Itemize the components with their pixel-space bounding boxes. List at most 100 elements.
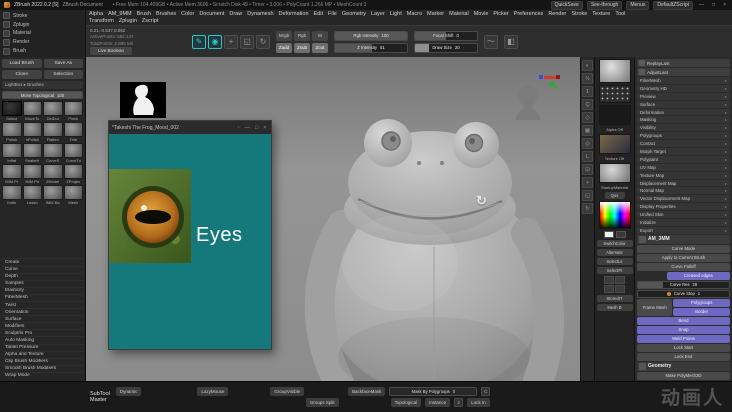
- color-picker[interactable]: [598, 201, 631, 229]
- brush-item[interactable]: MoveTo: [22, 101, 42, 121]
- reference-window-control-icon[interactable]: —: [243, 125, 252, 131]
- bend-button[interactable]: Bend: [637, 316, 730, 325]
- lsym-icon[interactable]: L: [582, 151, 593, 162]
- titlebar-button[interactable]: See-through: [586, 0, 623, 10]
- menu-item[interactable]: Edit: [314, 11, 323, 18]
- tool-subpalette-row[interactable]: UV Map ▸: [637, 163, 730, 171]
- geometry-header[interactable]: Geometry: [637, 361, 730, 371]
- current-material-thumbnail[interactable]: [598, 163, 631, 183]
- tool-subpalette-row[interactable]: Texture Map ▸: [637, 171, 730, 179]
- sculpt-mode-button[interactable]: Zcut: [312, 42, 328, 53]
- brush-item[interactable]: Inflat: [2, 143, 22, 163]
- lock-in-button[interactable]: Lock In: [467, 398, 490, 407]
- menu-item[interactable]: Picker: [493, 11, 508, 18]
- window-control-icon[interactable]: ×: [721, 2, 728, 8]
- stored-button[interactable]: StoredIT: [596, 295, 633, 302]
- frame-polygroups-button[interactable]: Polygroups: [673, 298, 730, 307]
- subtool-master-button[interactable]: SubTool Master: [90, 391, 110, 404]
- brush-item[interactable]: SnakeH: [22, 143, 42, 163]
- curve-falloff-button[interactable]: Curve Falloff: [637, 262, 730, 271]
- paint-mode-button[interactable]: Mrgb: [276, 30, 292, 41]
- frame-border-button[interactable]: Border: [673, 307, 730, 316]
- current-tool-thumbnail[interactable]: [598, 59, 631, 83]
- menu-item[interactable]: Stroke: [571, 11, 587, 18]
- curve-res-slider[interactable]: Curve Res 28: [637, 280, 730, 289]
- brush-item[interactable]: CurveS: [43, 143, 63, 163]
- brush-item[interactable]: Pinch: [63, 101, 83, 121]
- palette-tab-brush[interactable]: Brush: [3, 47, 82, 55]
- lightbox-brushes-link[interactable]: LightBox ▸ Brushes: [2, 81, 83, 89]
- topological-button[interactable]: Topological: [390, 398, 422, 407]
- rotate-canvas-icon[interactable]: ↻: [582, 203, 593, 214]
- sculpt-mode-button[interactable]: Zsub: [294, 42, 310, 53]
- menu-item[interactable]: Zplugin: [119, 18, 137, 25]
- titlebar-button[interactable]: Menus: [626, 0, 650, 10]
- current-brush-slider[interactable]: Move Topological 100: [2, 91, 83, 99]
- menu-item[interactable]: Zscript: [142, 18, 159, 25]
- tool-subpalette-row[interactable]: FiberMesh ▸: [637, 77, 730, 84]
- alternate-button[interactable]: Alternate: [596, 249, 633, 256]
- edit-object-icon[interactable]: ✎: [192, 34, 206, 49]
- brush-subpalette-row[interactable]: Twist: [2, 300, 83, 308]
- brush-subpalette-row[interactable]: Sculptris Pro: [2, 329, 83, 336]
- menu-item[interactable]: Dynamesh: [247, 11, 273, 18]
- brush-subpalette-row[interactable]: Samples: [2, 279, 83, 287]
- make-polymesh3d-button[interactable]: Make PolyMesh3D: [637, 371, 730, 380]
- tool-subpalette-row[interactable]: Polygroups ▸: [637, 132, 730, 140]
- brush-subpalette-row[interactable]: Modifiers: [2, 322, 83, 329]
- tool-subpalette-row[interactable]: Displacement Map ▸: [637, 179, 730, 187]
- persp-icon[interactable]: ◇: [582, 112, 593, 123]
- select-point-button[interactable]: SelectPt: [596, 267, 633, 274]
- menu-item[interactable]: Geometry: [342, 11, 366, 18]
- lock-start-button[interactable]: Lock Start: [637, 343, 730, 352]
- move-canvas-icon[interactable]: +: [582, 177, 593, 188]
- paint-mode-button[interactable]: Rgb: [294, 30, 310, 41]
- apply-to-current-brush-button[interactable]: Apply to Current Brush: [637, 253, 730, 262]
- rgb-intensity-slider[interactable]: Rgb Intensity 100: [334, 30, 408, 41]
- alpha-shelf-icon[interactable]: ◧: [504, 34, 518, 49]
- menu-item[interactable]: Brushes: [156, 11, 176, 18]
- live-boolean-button[interactable]: Live Boolean: [90, 46, 132, 55]
- palette-tab-zplugin[interactable]: Zplugin: [3, 21, 82, 29]
- brush-item[interactable]: Select: [2, 101, 22, 121]
- menu-item[interactable]: Light: [390, 11, 402, 18]
- brush-item[interactable]: Trim: [63, 122, 83, 142]
- tool-subpalette-row[interactable]: Surface ▸: [637, 100, 730, 108]
- brush-subpalette-row[interactable]: Orientation: [2, 308, 83, 315]
- tool-subpalette-row[interactable]: Normal Map ▸: [637, 187, 730, 195]
- frame-icon[interactable]: ⊡: [582, 164, 593, 175]
- reference-image-window[interactable]: *Takeshi The Frog_Mood_002 ◦ — □ × Eyes: [108, 120, 272, 350]
- mini-icon[interactable]: [615, 285, 625, 293]
- backface-mask-button[interactable]: BackfaceMask: [348, 387, 386, 396]
- brush-subpalette-row[interactable]: Create: [2, 258, 83, 265]
- curve-step-slider[interactable]: Curve Step 1: [637, 289, 730, 298]
- brush-subpalette-row[interactable]: Wrap Mode: [2, 371, 83, 379]
- mask-by-polygroups-slider[interactable]: Mask By Polygroups 0: [389, 387, 478, 396]
- group-visible-button[interactable]: GroupVisible: [270, 387, 305, 396]
- focal-shift-slider[interactable]: Focal Shift 0: [414, 30, 478, 41]
- menu-item[interactable]: Material: [449, 11, 469, 18]
- axis-gizmo[interactable]: [538, 72, 562, 90]
- tool-subpalette-row[interactable]: Deformation ▸: [637, 108, 730, 116]
- menu-item[interactable]: Movie: [474, 11, 489, 18]
- brush-subpalette-row[interactable]: Tablet Pressure: [2, 343, 83, 351]
- tool-subpalette-row[interactable]: Visibility ▸: [637, 124, 730, 132]
- menu-item[interactable]: Draw: [229, 11, 242, 18]
- menu-item[interactable]: Marker: [427, 11, 444, 18]
- mini-icon[interactable]: [604, 276, 614, 284]
- current-alpha-thumbnail[interactable]: [598, 105, 631, 125]
- draw-icon[interactable]: ◉: [208, 34, 222, 49]
- brush-subpalette-row[interactable]: Alpha and Texture: [2, 350, 83, 358]
- brush-item[interactable]: IMM Ba: [43, 185, 63, 205]
- aa-half-icon[interactable]: ½: [582, 73, 593, 84]
- scale-canvas-icon[interactable]: ◱: [582, 190, 593, 201]
- brush-subpalette-row[interactable]: Curve: [2, 265, 83, 273]
- menu-item[interactable]: Layer: [371, 11, 385, 18]
- load-brush-button[interactable]: Load Brush: [2, 59, 42, 68]
- lazymouse-button[interactable]: LazyMouse: [197, 387, 229, 396]
- bpr-render-icon[interactable]: ◐: [582, 60, 593, 71]
- brush-item[interactable]: DelDot: [43, 101, 63, 121]
- mini-icon[interactable]: [615, 276, 625, 284]
- local-transform-icon[interactable]: ◎: [582, 138, 593, 149]
- sculpt-mode-button[interactable]: Zadd: [276, 42, 292, 53]
